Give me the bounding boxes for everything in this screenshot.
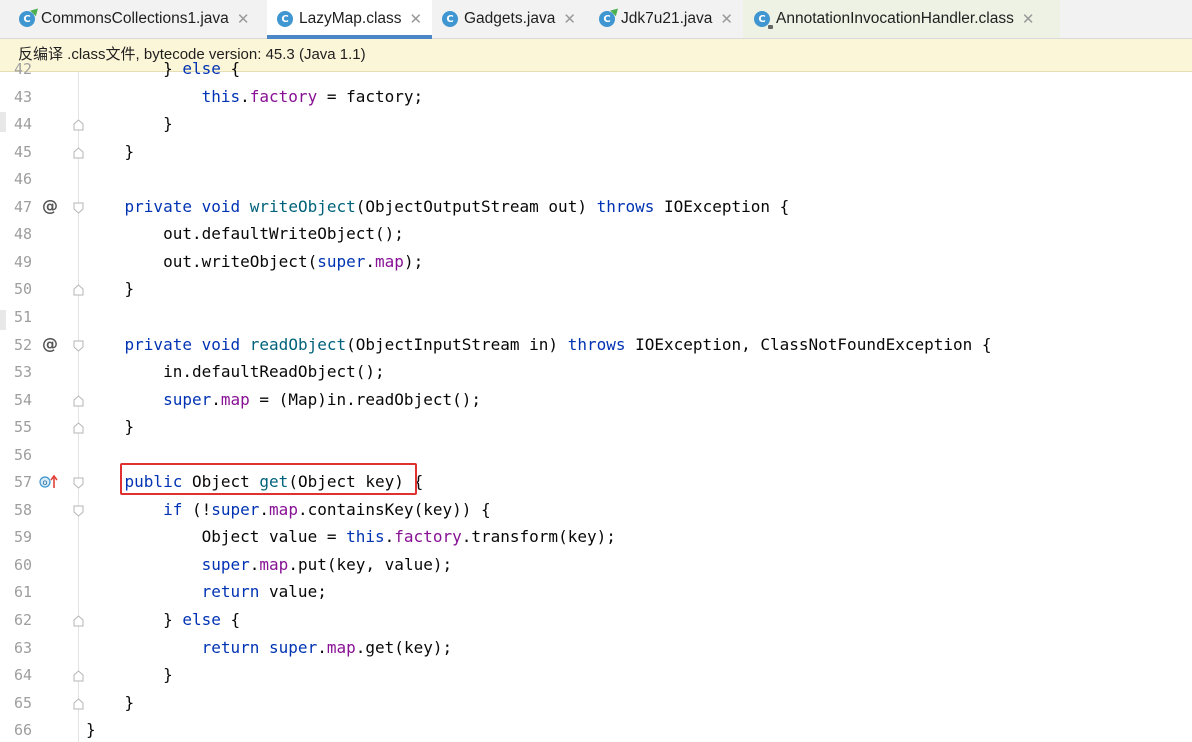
tab-label: CommonsCollections1.java (41, 10, 229, 27)
tab-annotationinvocationhandler[interactable]: C AnnotationInvocationHandler.class ✕ (743, 0, 1060, 38)
annotation-marker-icon[interactable]: @ (42, 196, 58, 215)
fold-marker-icon[interactable] (73, 284, 84, 296)
line-number: 58 (13, 500, 32, 519)
code-line[interactable]: } (86, 279, 135, 298)
line-number: 64 (13, 666, 32, 685)
tab-label: Gadgets.java (464, 10, 556, 27)
line-number: 61 (13, 583, 32, 602)
code-line[interactable]: Object value = this.factory.transform(ke… (86, 527, 616, 546)
code-line[interactable]: this.factory = factory; (86, 87, 424, 106)
highlighted-method-signature (120, 463, 417, 495)
code-line[interactable]: } (86, 693, 135, 712)
code-line[interactable]: return super.map.get(key); (86, 638, 453, 657)
line-number: 49 (13, 252, 32, 271)
line-number: 51 (13, 307, 32, 326)
code-line[interactable]: out.writeObject(super.map); (86, 252, 423, 271)
line-number: 45 (13, 142, 32, 161)
close-icon[interactable]: ✕ (410, 10, 423, 28)
line-number: 44 (13, 115, 32, 134)
line-number: 66 (13, 721, 32, 740)
fold-marker-icon[interactable] (73, 202, 84, 214)
code-line[interactable]: } else { (86, 610, 240, 629)
fold-marker-icon[interactable] (73, 477, 84, 489)
line-number: 53 (13, 363, 32, 382)
line-number: 47 (13, 197, 32, 216)
line-number: 50 (13, 280, 32, 299)
tab-lazymap[interactable]: C LazyMap.class ✕ (267, 0, 432, 39)
line-number: 48 (13, 225, 32, 244)
code-line[interactable]: } (86, 142, 135, 161)
fold-marker-icon[interactable] (73, 615, 84, 627)
fold-marker-icon[interactable] (73, 505, 84, 517)
code-line[interactable]: } (86, 114, 173, 133)
tab-jdk7u21[interactable]: C Jdk7u21.java ✕ (587, 0, 743, 38)
line-number: 56 (13, 445, 32, 464)
line-number: 54 (13, 390, 32, 409)
fold-marker-icon[interactable] (73, 422, 84, 434)
annotation-marker-icon[interactable]: @ (42, 334, 58, 353)
tab-gadgets[interactable]: C Gadgets.java ✕ (432, 0, 587, 38)
class-locked-icon: C (754, 11, 773, 29)
code-line[interactable]: if (!super.map.containsKey(key)) { (86, 500, 491, 519)
line-number: 46 (13, 170, 32, 189)
code-line[interactable]: super.map = (Map)in.readObject(); (86, 390, 481, 409)
code-line[interactable]: in.defaultReadObject(); (86, 362, 385, 381)
line-number: 52 (13, 335, 32, 354)
line-number: 59 (13, 528, 32, 547)
fold-marker-icon[interactable] (73, 670, 84, 682)
tab-commonscollections1[interactable]: C CommonsCollections1.java ✕ (0, 0, 267, 38)
override-icon[interactable]: o (39, 474, 61, 490)
close-icon[interactable]: ✕ (1022, 10, 1035, 28)
close-icon[interactable]: ✕ (720, 10, 733, 28)
line-number: 65 (13, 693, 32, 712)
line-number: 60 (13, 555, 32, 574)
line-number: 42 (13, 60, 32, 78)
fold-marker-icon[interactable] (73, 119, 84, 131)
line-number: 43 (13, 87, 32, 106)
close-icon[interactable]: ✕ (237, 10, 250, 28)
code-line[interactable]: } (86, 417, 135, 436)
fold-marker-icon[interactable] (73, 146, 84, 159)
gutter-divider (78, 72, 79, 742)
tab-label: LazyMap.class (299, 10, 402, 27)
line-number: 57 (13, 473, 32, 492)
svg-text:o: o (43, 478, 48, 487)
tab-label: Jdk7u21.java (621, 10, 713, 27)
tab-label: AnnotationInvocationHandler.class (776, 10, 1014, 27)
class-icon: C (442, 11, 458, 27)
code-line[interactable]: private void readObject(ObjectInputStrea… (86, 335, 992, 354)
code-line[interactable]: } (86, 665, 173, 684)
fold-marker-icon[interactable] (73, 394, 84, 407)
code-line[interactable]: private void writeObject(ObjectOutputStr… (86, 197, 790, 216)
line-number: 63 (13, 638, 32, 657)
class-icon: C (277, 11, 293, 27)
fold-marker-icon[interactable] (73, 340, 84, 352)
code-line[interactable]: super.map.put(key, value); (86, 555, 453, 574)
line-number: 55 (13, 418, 32, 437)
line-number: 62 (13, 611, 32, 629)
editor-tab-bar: C CommonsCollections1.java ✕ C LazyMap.c… (0, 0, 1192, 39)
class-run-icon: C (19, 5, 41, 27)
code-line[interactable]: out.defaultWriteObject(); (86, 224, 404, 243)
fold-marker-icon[interactable] (73, 697, 84, 710)
class-run-icon: C (599, 5, 621, 27)
code-line[interactable]: return value; (86, 582, 327, 601)
code-line[interactable]: } (86, 720, 96, 739)
close-icon[interactable]: ✕ (563, 10, 576, 28)
code-line[interactable]: } else { (86, 59, 240, 78)
